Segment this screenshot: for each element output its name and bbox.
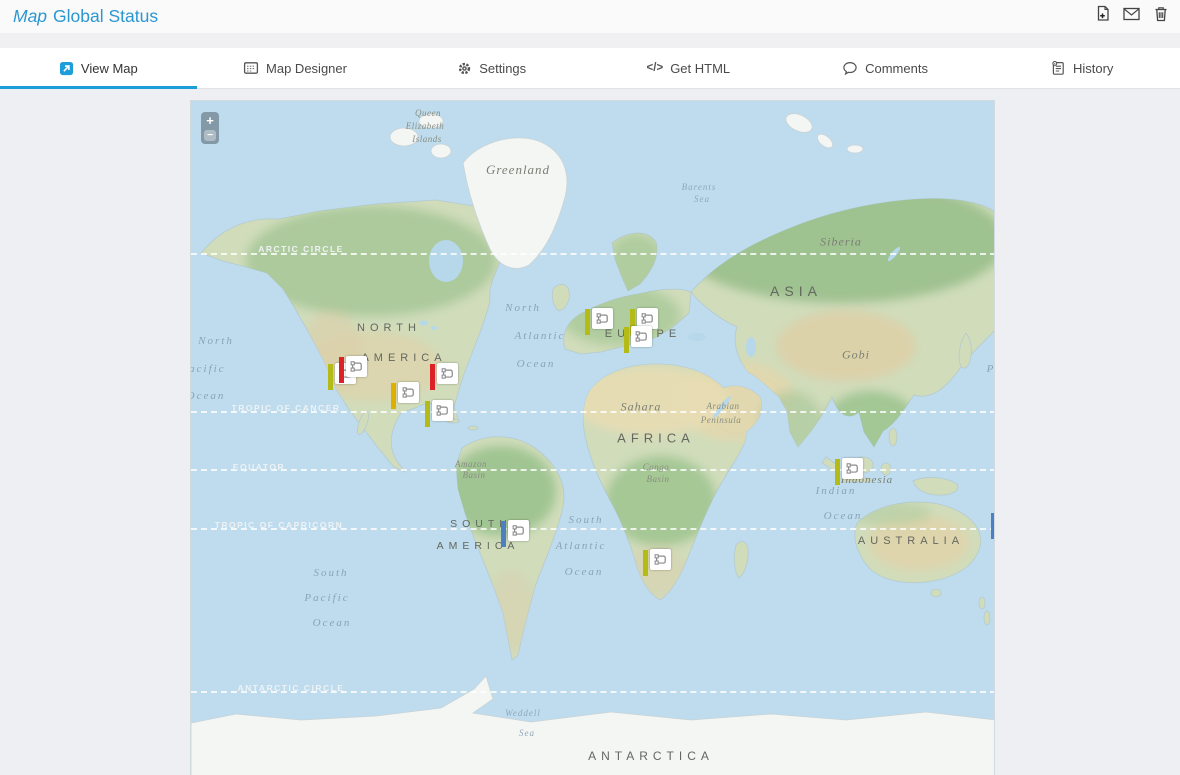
- tab-get-html[interactable]: </> Get HTML: [590, 48, 787, 88]
- mail-icon: [1123, 7, 1140, 21]
- trash-icon: [1154, 6, 1168, 22]
- marker-brazil[interactable]: [501, 520, 529, 547]
- marker-uk[interactable]: [585, 308, 613, 335]
- marker-node-icon: [437, 363, 458, 384]
- marker-status-bar: [430, 364, 435, 390]
- marker-status-bar: [624, 327, 629, 353]
- tab-label: View Map: [81, 61, 138, 76]
- marker-mexico[interactable]: [425, 400, 453, 427]
- history-icon: [1050, 60, 1066, 76]
- world-map-canvas: [191, 101, 995, 775]
- marker-node-icon: [432, 400, 453, 421]
- tab-label: Get HTML: [670, 61, 730, 76]
- map-designer-icon: [243, 60, 259, 76]
- marker-us-west-front[interactable]: [339, 356, 367, 383]
- content-area: ARCTIC CIRCLETROPIC OF CANCEREQUATORTROP…: [0, 89, 1180, 775]
- marker-us-east[interactable]: [430, 363, 458, 390]
- marker-node-icon: [842, 458, 863, 479]
- marker-status-bar: [339, 357, 344, 383]
- tab-label: Settings: [479, 61, 526, 76]
- tab-label: Map Designer: [266, 61, 347, 76]
- delete-button[interactable]: [1151, 4, 1170, 23]
- marker-edge-partial[interactable]: [991, 512, 995, 539]
- marker-status-bar: [835, 459, 840, 485]
- view-map-icon: [59, 61, 74, 76]
- latitude-line: [191, 411, 995, 413]
- marker-status-bar: [328, 364, 333, 390]
- marker-status-bar: [501, 521, 506, 547]
- latitude-line: [191, 691, 995, 693]
- get-html-icon: </>: [647, 62, 664, 74]
- title-bar: Map Global Status: [0, 0, 1180, 33]
- marker-status-bar: [425, 401, 430, 427]
- zoom-in-button[interactable]: +: [202, 113, 218, 128]
- marker-node-icon: [592, 308, 613, 329]
- tab-view-map[interactable]: View Map: [0, 48, 197, 88]
- tab-history[interactable]: History: [983, 48, 1180, 88]
- marker-status-bar: [585, 309, 590, 335]
- tab-bar: View Map Map Designer Settings </> Get HTML C…: [0, 48, 1180, 89]
- marker-node-icon: [650, 549, 671, 570]
- marker-node-icon: [398, 382, 419, 403]
- title-actions: [1093, 4, 1170, 23]
- marker-node-icon: [508, 520, 529, 541]
- marker-europe-south[interactable]: [624, 326, 652, 353]
- add-file-button[interactable]: [1093, 4, 1112, 23]
- map-zoom-control: + −: [201, 112, 219, 144]
- page-title-text: Global Status: [53, 6, 158, 27]
- marker-status-bar: [643, 550, 648, 576]
- tab-label: Comments: [865, 61, 928, 76]
- world-map-viewport[interactable]: ARCTIC CIRCLETROPIC OF CANCEREQUATORTROP…: [190, 100, 995, 775]
- tab-settings[interactable]: Settings: [393, 48, 590, 88]
- page-title: Map Global Status: [13, 6, 158, 27]
- mail-button[interactable]: [1122, 4, 1141, 23]
- tab-label: History: [1073, 61, 1113, 76]
- zoom-out-button[interactable]: −: [204, 130, 216, 141]
- comments-icon: [842, 60, 858, 76]
- marker-south-africa[interactable]: [643, 549, 671, 576]
- page-title-prefix: Map: [13, 6, 47, 27]
- settings-icon: [457, 61, 472, 76]
- header-divider: [0, 33, 1180, 48]
- marker-status-bar: [991, 513, 995, 539]
- marker-node-icon: [346, 356, 367, 377]
- marker-node-icon: [631, 326, 652, 347]
- marker-indonesia[interactable]: [835, 458, 863, 485]
- marker-status-bar: [391, 383, 396, 409]
- latitude-line: [191, 253, 995, 255]
- marker-us-south[interactable]: [391, 382, 419, 409]
- latitude-line: [191, 528, 995, 530]
- tab-comments[interactable]: Comments: [787, 48, 984, 88]
- tab-map-designer[interactable]: Map Designer: [197, 48, 394, 88]
- add-file-icon: [1095, 5, 1111, 22]
- latitude-line: [191, 469, 995, 471]
